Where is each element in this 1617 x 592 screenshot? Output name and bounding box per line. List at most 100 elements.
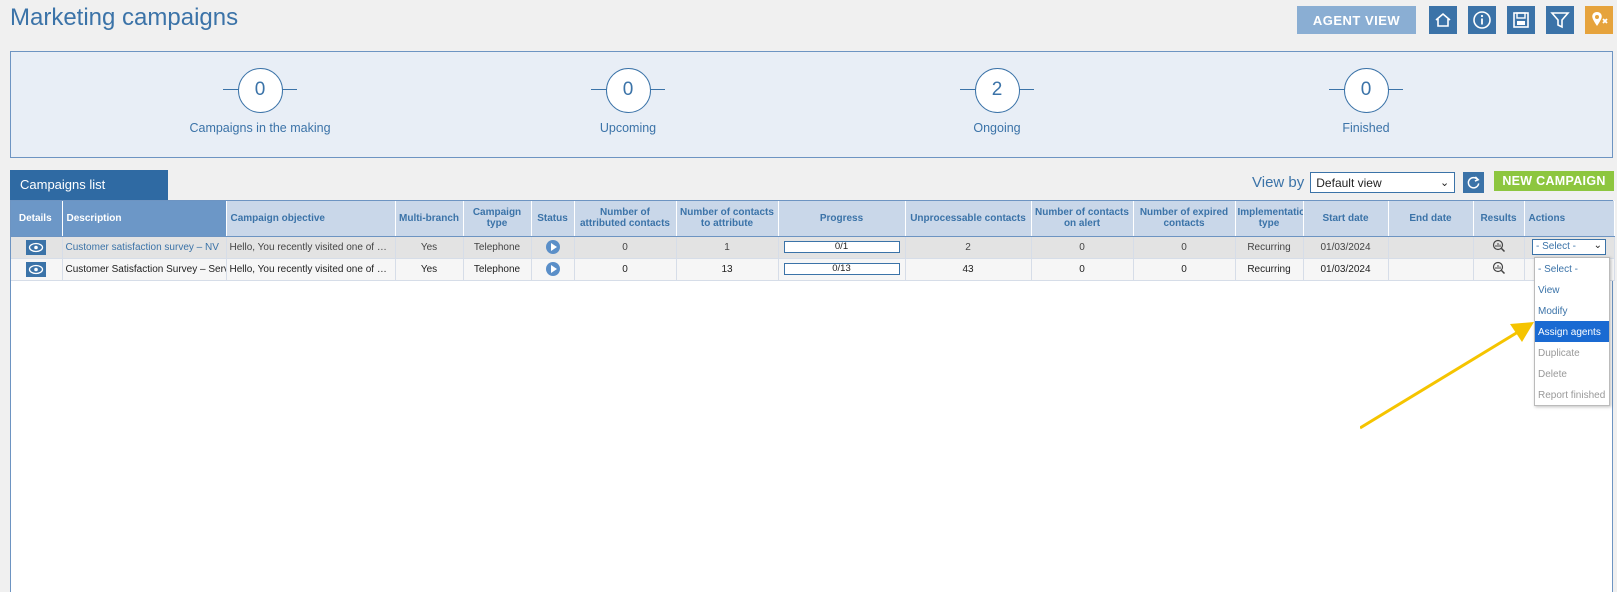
attributed-cell: 0 bbox=[574, 258, 677, 281]
view-by-select[interactable]: Default view ⌄ bbox=[1310, 172, 1456, 193]
table-row[interactable]: Customer satisfaction survey – NV Hello,… bbox=[11, 236, 1615, 259]
toolbar: AGENT VIEW bbox=[1297, 6, 1613, 34]
col-expired[interactable]: Number of expired contacts bbox=[1133, 201, 1236, 237]
status-cell bbox=[531, 236, 575, 259]
table-row[interactable]: Customer Satisfaction Survey – Servic He… bbox=[11, 258, 1615, 281]
implementation-cell: Recurring bbox=[1235, 236, 1304, 259]
campaigns-table: Details Description Campaign objective M… bbox=[11, 201, 1615, 281]
progress-bar: 0/1 bbox=[783, 241, 900, 253]
expired-cell: 0 bbox=[1133, 236, 1236, 259]
col-results[interactable]: Results bbox=[1473, 201, 1525, 237]
menu-item-delete: Delete bbox=[1538, 369, 1567, 380]
results-cell bbox=[1473, 236, 1525, 259]
save-icon[interactable] bbox=[1507, 6, 1535, 34]
on-alert-cell: 0 bbox=[1031, 236, 1134, 259]
actions-selected-value: - Select - bbox=[1536, 241, 1577, 252]
view-by-label: View by bbox=[1252, 174, 1305, 191]
progress-bar: 0/13 bbox=[783, 263, 900, 275]
objective-cell: Hello, You recently visited one of ou... bbox=[226, 236, 396, 259]
agent-view-button[interactable]: AGENT VIEW bbox=[1297, 6, 1416, 34]
details-cell bbox=[11, 236, 63, 259]
eye-icon[interactable] bbox=[26, 239, 47, 255]
progress-text: 0/13 bbox=[832, 263, 851, 274]
objective-cell: Hello, You recently visited one of ou... bbox=[226, 258, 396, 281]
actions-select[interactable]: - Select - ⌄ bbox=[1532, 239, 1606, 255]
expired-cell: 0 bbox=[1133, 258, 1236, 281]
summary-making-count: 0 bbox=[237, 67, 283, 113]
col-objective[interactable]: Campaign objective bbox=[226, 201, 396, 237]
attributed-cell: 0 bbox=[574, 236, 677, 259]
progress-text: 0/1 bbox=[834, 241, 849, 252]
campaign-summary-panel: 0 Campaigns in the making 0 Upcoming 2 O… bbox=[10, 51, 1613, 158]
progress-cell: 0/13 bbox=[778, 258, 906, 281]
details-cell bbox=[11, 258, 63, 281]
implementation-cell: Recurring bbox=[1235, 258, 1304, 281]
col-multibranch[interactable]: Multi-branch bbox=[395, 201, 464, 237]
description-cell[interactable]: Customer Satisfaction Survey – Servic bbox=[62, 258, 227, 281]
col-start-date[interactable]: Start date bbox=[1303, 201, 1389, 237]
status-cell bbox=[531, 258, 575, 281]
col-status[interactable]: Status bbox=[531, 201, 575, 237]
menu-item-assign-agents[interactable]: Assign agents bbox=[1535, 321, 1609, 342]
description-cell[interactable]: Customer satisfaction survey – NV bbox=[62, 236, 227, 259]
end-date-cell bbox=[1388, 236, 1474, 259]
col-attributed[interactable]: Number of attributed contacts bbox=[574, 201, 677, 237]
new-campaign-button[interactable]: NEW CAMPAIGN bbox=[1494, 171, 1614, 191]
play-icon[interactable] bbox=[545, 240, 560, 254]
eye-icon[interactable] bbox=[26, 261, 47, 277]
col-to-attribute[interactable]: Number of contacts to attribute bbox=[676, 201, 779, 237]
actions-dropdown-menu: - Select - View Modify Assign agents Dup… bbox=[1534, 257, 1610, 406]
table-header-row: Details Description Campaign objective M… bbox=[11, 201, 1615, 237]
view-by-control: View by Default view ⌄ bbox=[1252, 172, 1485, 193]
chart-search-icon[interactable] bbox=[1491, 239, 1507, 256]
annotation-arrow bbox=[1360, 322, 1534, 430]
type-cell: Telephone bbox=[463, 236, 532, 259]
refresh-icon[interactable] bbox=[1463, 172, 1485, 193]
col-progress[interactable]: Progress bbox=[778, 201, 906, 237]
col-end-date[interactable]: End date bbox=[1388, 201, 1474, 237]
type-cell: Telephone bbox=[463, 258, 532, 281]
summary-finished: 0 Finished bbox=[1266, 67, 1466, 135]
menu-item-select[interactable]: - Select - bbox=[1535, 258, 1609, 279]
multibranch-cell: Yes bbox=[395, 236, 464, 259]
chevron-down-icon: ⌄ bbox=[1593, 240, 1602, 251]
summary-ongoing: 2 Ongoing bbox=[897, 67, 1097, 135]
actions-cell: - Select - ⌄ bbox=[1524, 236, 1615, 259]
summary-making-label: Campaigns in the making bbox=[189, 121, 331, 135]
menu-item-duplicate: Duplicate bbox=[1538, 348, 1580, 359]
start-date-cell: 01/03/2024 bbox=[1303, 236, 1389, 259]
multibranch-cell: Yes bbox=[395, 258, 464, 281]
map-pin-icon[interactable] bbox=[1585, 6, 1613, 34]
to-attribute-cell: 1 bbox=[676, 236, 779, 259]
summary-upcoming-count: 0 bbox=[605, 67, 651, 113]
col-details[interactable]: Details bbox=[11, 201, 63, 237]
tab-campaigns-list[interactable]: Campaigns list bbox=[10, 170, 168, 200]
start-date-cell: 01/03/2024 bbox=[1303, 258, 1389, 281]
col-description[interactable]: Description bbox=[62, 201, 227, 237]
results-cell bbox=[1473, 258, 1525, 281]
menu-item-report-finished: Report finished bbox=[1538, 390, 1606, 401]
export-icon[interactable] bbox=[1429, 6, 1457, 34]
end-date-cell bbox=[1388, 258, 1474, 281]
summary-ongoing-count: 2 bbox=[974, 67, 1020, 113]
play-icon[interactable] bbox=[545, 262, 560, 276]
view-by-selected-value: Default view bbox=[1316, 176, 1382, 190]
unprocessable-cell: 43 bbox=[905, 258, 1032, 281]
col-on-alert[interactable]: Number of contacts on alert bbox=[1031, 201, 1134, 237]
info-icon[interactable] bbox=[1468, 6, 1496, 34]
summary-finished-count: 0 bbox=[1343, 67, 1389, 113]
col-unprocessable[interactable]: Unprocessable contacts bbox=[905, 201, 1032, 237]
chart-search-icon[interactable] bbox=[1491, 261, 1507, 278]
chevron-down-icon: ⌄ bbox=[1440, 177, 1450, 189]
summary-upcoming-label: Upcoming bbox=[599, 121, 657, 135]
summary-upcoming: 0 Upcoming bbox=[528, 67, 728, 135]
menu-item-modify[interactable]: Modify bbox=[1535, 300, 1609, 321]
unprocessable-cell: 2 bbox=[905, 236, 1032, 259]
filter-icon[interactable] bbox=[1546, 6, 1574, 34]
menu-item-view[interactable]: View bbox=[1535, 279, 1609, 300]
progress-cell: 0/1 bbox=[778, 236, 906, 259]
summary-ongoing-label: Ongoing bbox=[973, 121, 1021, 135]
col-actions[interactable]: Actions bbox=[1524, 201, 1615, 237]
col-implementation[interactable]: Implementation type bbox=[1235, 201, 1304, 237]
col-type[interactable]: Campaign type bbox=[463, 201, 532, 237]
